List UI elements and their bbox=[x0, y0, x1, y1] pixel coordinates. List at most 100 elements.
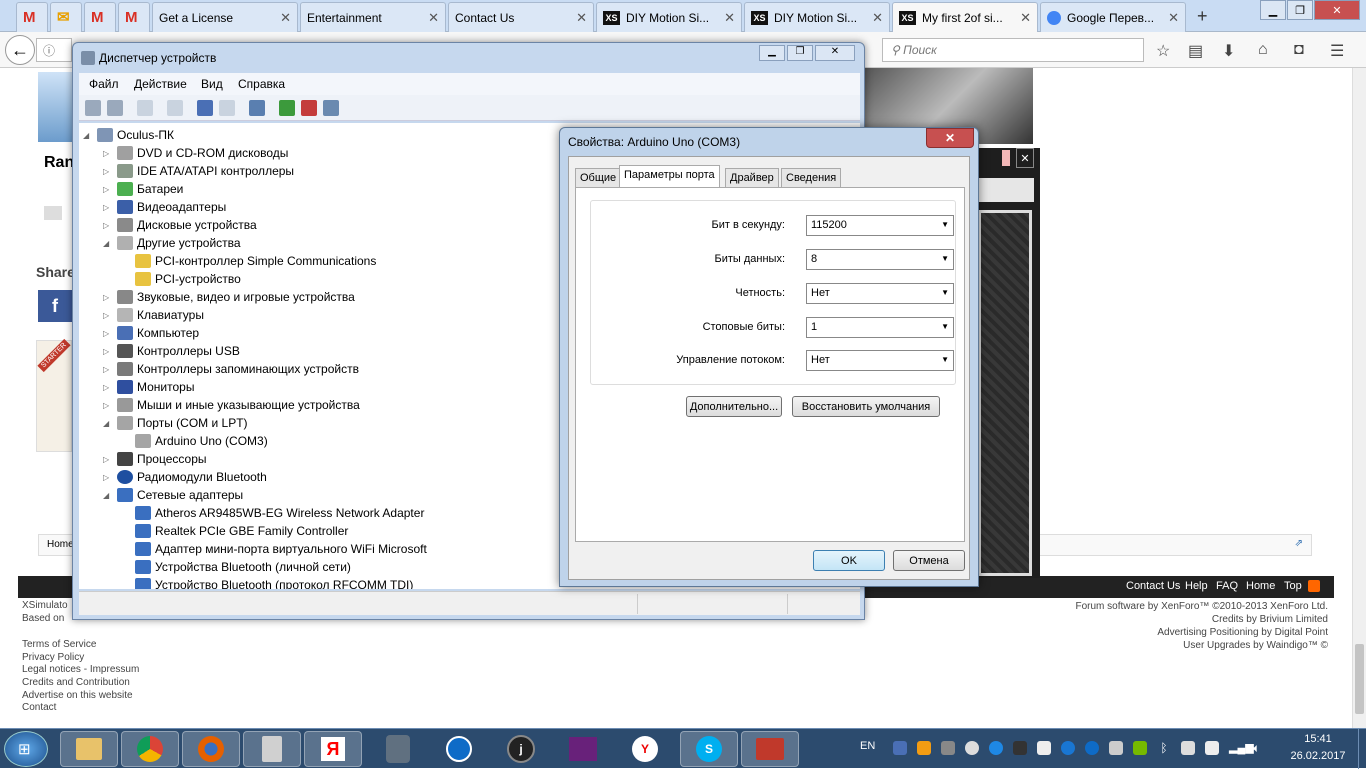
footer-help-link[interactable]: Help bbox=[1185, 580, 1208, 592]
tree-item[interactable]: ◢ Сетевые адаптеры bbox=[103, 486, 243, 504]
footer-home-link[interactable]: Home bbox=[1246, 580, 1275, 592]
steam-icon[interactable] bbox=[1013, 741, 1027, 755]
cancel-button[interactable]: Отмена bbox=[893, 550, 965, 571]
wifi-signal-icon[interactable]: ▂▄▆ bbox=[1229, 741, 1254, 755]
tray-car-icon[interactable] bbox=[893, 741, 907, 755]
close-icon[interactable]: ✕ bbox=[1016, 148, 1034, 168]
start-button[interactable]: ⊞ bbox=[4, 731, 48, 767]
page-scrollbar[interactable] bbox=[1352, 68, 1366, 728]
taskbar-calculator[interactable] bbox=[243, 731, 301, 767]
footer-credits-link[interactable]: Credits and Contribution bbox=[22, 677, 130, 688]
tree-item[interactable]: ▷ IDE ATA/ATAPI контроллеры bbox=[103, 162, 294, 180]
taskbar-yandex-browser[interactable]: Y bbox=[616, 731, 674, 767]
battery-tray-icon[interactable] bbox=[1205, 741, 1219, 755]
tab-general[interactable]: Общие bbox=[575, 168, 622, 187]
home-icon[interactable]: ⌂ bbox=[1258, 41, 1268, 59]
close-button[interactable]: ✕ bbox=[815, 45, 855, 61]
collapse-icon[interactable]: ◢ bbox=[103, 491, 113, 500]
tree-item[interactable]: ▷ Звуковые, видео и игровые устройства bbox=[103, 288, 355, 306]
properties-icon[interactable] bbox=[137, 100, 153, 116]
data-bits-select[interactable]: 8 ▼ bbox=[806, 249, 954, 270]
tab-port-settings[interactable]: Параметры порта bbox=[619, 165, 720, 187]
taskbar-chrome[interactable] bbox=[121, 731, 179, 767]
bluetooth-icon[interactable]: ᛒ bbox=[1157, 741, 1171, 755]
footer-legal-link[interactable]: Legal notices - Impressum bbox=[22, 664, 139, 675]
menu-file[interactable]: Файл bbox=[89, 77, 119, 91]
tab-my-first[interactable]: XS My first 2of si... ✕ bbox=[892, 2, 1038, 33]
tray-orange-icon[interactable] bbox=[917, 741, 931, 755]
view-icon[interactable] bbox=[219, 100, 235, 116]
menu-view[interactable]: Вид bbox=[201, 77, 223, 91]
close-icon[interactable]: ✕ bbox=[1168, 10, 1179, 26]
tree-item[interactable]: ▷ Процессоры bbox=[103, 450, 207, 468]
facebook-icon[interactable]: f bbox=[38, 290, 72, 322]
tray-blue-icon[interactable] bbox=[989, 741, 1003, 755]
tab-gmail-1[interactable]: M bbox=[16, 2, 48, 32]
tree-item[interactable]: ▷ Клавиатуры bbox=[103, 306, 204, 324]
taskbar-firefox[interactable] bbox=[182, 731, 240, 767]
tab-diy-motion-2[interactable]: XS DIY Motion Si... ✕ bbox=[744, 2, 890, 32]
expand-icon[interactable]: ▷ bbox=[103, 383, 113, 392]
show-desktop-button[interactable] bbox=[1358, 729, 1366, 769]
tree-item[interactable]: Realtek PCIe GBE Family Controller bbox=[135, 522, 348, 540]
tab-contact-us[interactable]: Contact Us ✕ bbox=[448, 2, 594, 32]
tree-item[interactable]: ▷ Мыши и иные указывающие устройства bbox=[103, 396, 360, 414]
tray-disc-icon[interactable] bbox=[965, 741, 979, 755]
bits-per-second-select[interactable]: 115200 ▼ bbox=[806, 215, 954, 236]
taskbar-j-app[interactable]: j bbox=[492, 731, 550, 767]
help-icon[interactable] bbox=[197, 100, 213, 116]
menu-icon[interactable]: ☰ bbox=[1330, 41, 1344, 61]
expand-icon[interactable]: ▷ bbox=[103, 347, 113, 356]
expand-icon[interactable]: ▷ bbox=[103, 473, 113, 482]
breadcrumb-home[interactable]: Home bbox=[47, 539, 74, 550]
back-button[interactable]: ← bbox=[5, 35, 35, 65]
taskbar-device-manager[interactable] bbox=[741, 731, 799, 767]
download-icon[interactable]: ⬇ bbox=[1222, 41, 1235, 61]
taskbar-visual-studio[interactable] bbox=[554, 731, 612, 767]
tree-item[interactable]: Устройство Bluetooth (протокол RFCOMM TD… bbox=[135, 576, 413, 589]
menu-action[interactable]: Действие bbox=[134, 77, 187, 91]
parity-select[interactable]: Нет ▼ bbox=[806, 283, 954, 304]
tab-gmail-2[interactable]: M bbox=[84, 2, 116, 32]
scrollbar-thumb[interactable] bbox=[1355, 644, 1364, 714]
advanced-button[interactable]: Дополнительно... bbox=[686, 396, 782, 417]
close-icon[interactable]: ✕ bbox=[724, 10, 735, 26]
scan-hardware-icon[interactable] bbox=[249, 100, 265, 116]
tree-item[interactable]: Устройства Bluetooth (личной сети) bbox=[135, 558, 351, 576]
tree-item[interactable]: ▷ Видеоадаптеры bbox=[103, 198, 226, 216]
footer-terms-link[interactable]: Terms of Service bbox=[22, 639, 96, 650]
flag-icon[interactable] bbox=[1181, 741, 1195, 755]
tab-gmail-3[interactable]: M bbox=[118, 2, 150, 32]
expand-icon[interactable]: ▷ bbox=[103, 221, 113, 230]
close-icon[interactable]: ✕ bbox=[872, 10, 883, 26]
tray-pen-icon[interactable] bbox=[941, 741, 955, 755]
tree-item[interactable]: PCI-устройство bbox=[135, 270, 241, 288]
back-icon[interactable] bbox=[85, 100, 101, 116]
stop-bits-select[interactable]: 1 ▼ bbox=[806, 317, 954, 338]
collapse-icon[interactable]: ◢ bbox=[83, 131, 93, 140]
footer-privacy-link[interactable]: Privacy Policy bbox=[22, 652, 84, 663]
tab-mail[interactable]: ✉ bbox=[50, 2, 82, 32]
tree-item[interactable]: ▷ Контроллеры запоминающих устройств bbox=[103, 360, 359, 378]
tree-item[interactable]: Atheros AR9485WB-EG Wireless Network Ada… bbox=[135, 504, 424, 522]
expand-icon[interactable]: ▷ bbox=[103, 401, 113, 410]
expand-icon[interactable]: ▷ bbox=[103, 185, 113, 194]
expand-icon[interactable]: ▷ bbox=[103, 293, 113, 302]
tree-item[interactable]: PCI-контроллер Simple Communications bbox=[135, 252, 376, 270]
restore-defaults-button[interactable]: Восстановить умолчания bbox=[792, 396, 940, 417]
close-button[interactable]: ✕ bbox=[926, 128, 974, 148]
footer-contact-link[interactable]: Contact bbox=[22, 702, 56, 713]
external-link-icon[interactable]: ⇗ bbox=[1295, 538, 1303, 549]
bookmark-star-icon[interactable]: ☆ bbox=[1156, 41, 1170, 61]
forward-icon[interactable] bbox=[107, 100, 123, 116]
ok-button[interactable]: OK bbox=[813, 550, 885, 571]
list-icon[interactable] bbox=[167, 100, 183, 116]
tree-item[interactable]: ▷ DVD и CD-ROM дисководы bbox=[103, 144, 288, 162]
expand-icon[interactable]: ▷ bbox=[103, 311, 113, 320]
tree-item[interactable]: ▷ Батареи bbox=[103, 180, 183, 198]
clock-time[interactable]: 15:41 bbox=[1290, 733, 1346, 745]
footer-faq-link[interactable]: FAQ bbox=[1216, 580, 1238, 592]
close-icon[interactable]: ✕ bbox=[576, 10, 587, 26]
tree-item[interactable]: ▷ Мониторы bbox=[103, 378, 194, 396]
uninstall-icon[interactable] bbox=[301, 100, 317, 116]
